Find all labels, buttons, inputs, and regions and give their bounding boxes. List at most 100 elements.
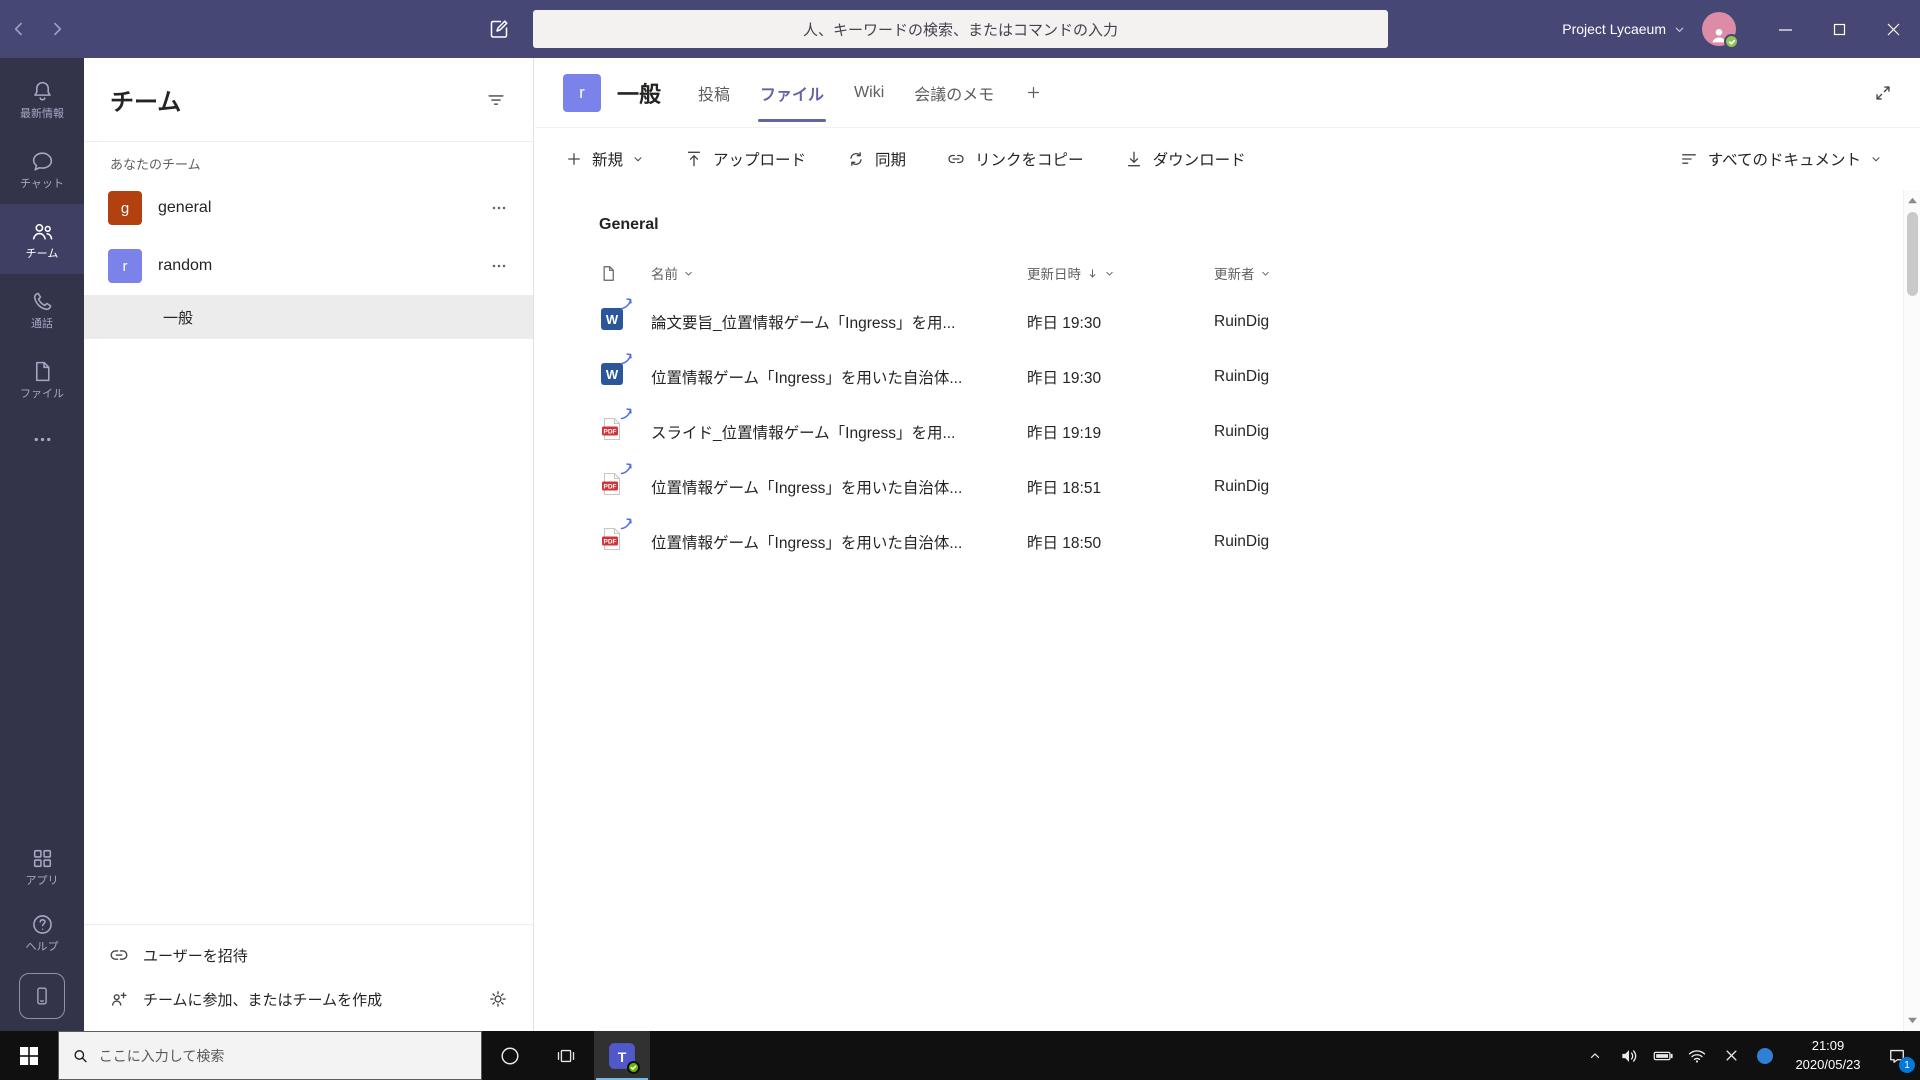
file-row[interactable]: W 位置情報ゲーム「Ingress」を用いた自治体... 昨日 19:30 Ru… [575, 349, 1876, 404]
file-name[interactable]: 位置情報ゲーム「Ingress」を用いた自治体... [651, 476, 1027, 498]
scroll-up-icon[interactable] [1907, 195, 1918, 206]
author-column-header[interactable]: 更新者 [1214, 263, 1876, 283]
rail-item-files[interactable]: ファイル [0, 344, 84, 414]
tray-x-button[interactable] [1714, 1031, 1748, 1080]
taskbar-search-input[interactable] [98, 1047, 468, 1064]
close-button[interactable] [1866, 0, 1920, 58]
upload-icon [687, 151, 701, 167]
avatar[interactable] [1702, 12, 1739, 49]
plus-icon [568, 153, 580, 165]
start-button[interactable] [0, 1031, 58, 1080]
scrollbar-thumb[interactable] [1907, 212, 1918, 296]
wifi-icon [1688, 1049, 1706, 1063]
file-type-column-icon [603, 265, 614, 281]
scroll-down-icon[interactable] [1907, 1015, 1918, 1026]
rail-item-teams[interactable]: チーム [0, 204, 84, 274]
file-row[interactable]: W 論文要旨_位置情報ゲーム「Ingress」を用... 昨日 19:30 Ru… [575, 294, 1876, 349]
rail-item-calls[interactable]: 通話 [0, 274, 84, 344]
channel-row-general[interactable]: 一般 [84, 295, 533, 339]
back-button[interactable] [0, 0, 38, 58]
volume-icon [1622, 1049, 1637, 1062]
battery-button[interactable] [1646, 1031, 1680, 1080]
file-row[interactable]: PDF スライド_位置情報ゲーム「Ingress」を用... 昨日 19:19 … [575, 404, 1876, 459]
download-button[interactable]: ダウンロード [1124, 148, 1246, 170]
clock-date: 2020/05/23 [1795, 1056, 1861, 1072]
file-type-column-header[interactable] [599, 264, 651, 283]
titlebar: 人、キーワードの検索、またはコマンドの入力 Project Lycaeum [0, 0, 1920, 58]
pdf-file-icon: PDF [599, 463, 632, 497]
sync-button[interactable]: 同期 [846, 148, 906, 170]
org-switcher[interactable]: Project Lycaeum [1562, 21, 1686, 37]
file-row[interactable]: PDF 位置情報ゲーム「Ingress」を用いた自治体... 昨日 18:50 … [575, 514, 1876, 569]
rail-item-more[interactable] [0, 414, 84, 464]
name-column-header[interactable]: 名前 [651, 263, 1027, 283]
task-view-button[interactable] [538, 1031, 594, 1080]
filter-button[interactable] [485, 89, 507, 111]
upload-button[interactable]: アップロード [684, 148, 806, 170]
chevron-up-icon [1590, 1052, 1600, 1058]
add-tab-button[interactable] [1009, 58, 1058, 128]
minimize-button[interactable] [1758, 0, 1812, 58]
modified-column-header[interactable]: 更新日時 [1027, 263, 1214, 283]
expand-tab-button[interactable] [1872, 82, 1894, 104]
teams-app-window: 人、キーワードの検索、またはコマンドの入力 Project Lycaeum 最新… [0, 0, 1920, 1080]
vertical-scrollbar[interactable] [1903, 190, 1920, 1031]
file-row[interactable]: PDF 位置情報ゲーム「Ingress」を用いた自治体... 昨日 18:51 … [575, 459, 1876, 514]
maximize-button[interactable] [1812, 0, 1866, 58]
tab-meeting-notes[interactable]: 会議のメモ [899, 58, 1009, 128]
file-name[interactable]: スライド_位置情報ゲーム「Ingress」を用... [651, 421, 1027, 443]
command-search-bar[interactable]: 人、キーワードの検索、またはコマンドの入力 [533, 10, 1388, 48]
view-list-icon [1681, 154, 1696, 164]
new-file-icon [620, 462, 633, 475]
action-center-button[interactable]: 1 [1874, 1031, 1920, 1080]
minimize-icon [1778, 28, 1792, 31]
tab-wiki[interactable]: Wiki [839, 58, 899, 128]
invite-users-button[interactable]: ユーザーを招待 [84, 933, 533, 977]
pdf-file-icon: PDF [599, 408, 632, 442]
sidebar-footer: ユーザーを招待 チームに参加、またはチームを作成 [84, 924, 533, 1031]
sidebar-header: チーム [84, 58, 533, 142]
mobile-app-button[interactable] [19, 973, 65, 1019]
join-create-team-button[interactable]: チームに参加、またはチームを作成 [84, 977, 533, 1021]
tray-app-button[interactable] [1748, 1031, 1782, 1080]
sort-descending-icon [1089, 268, 1096, 278]
rail-item-help[interactable]: ヘルプ [0, 899, 84, 965]
app-rail-bottom: アプリ ヘルプ [0, 833, 84, 1031]
file-author: RuinDig [1214, 477, 1270, 495]
rail-item-chat[interactable]: チャット [0, 134, 84, 204]
help-icon [32, 914, 52, 934]
tray-overflow-button[interactable] [1578, 1031, 1612, 1080]
chevron-down-icon [1872, 157, 1880, 162]
file-name[interactable]: 論文要旨_位置情報ゲーム「Ingress」を用... [651, 311, 1027, 333]
taskbar-clock[interactable]: 21:09 2020/05/23 [1782, 1031, 1874, 1080]
manage-teams-gear-button[interactable] [487, 988, 509, 1010]
volume-button[interactable] [1612, 1031, 1646, 1080]
presence-available-icon [627, 1060, 640, 1074]
teams-taskbar-button[interactable]: T [594, 1031, 650, 1080]
team-more-button[interactable] [485, 252, 513, 280]
copy-link-button[interactable]: リンクをコピー [946, 148, 1084, 170]
file-name[interactable]: 位置情報ゲーム「Ingress」を用いた自治体... [651, 366, 1027, 388]
search-icon [74, 1049, 87, 1062]
file-name[interactable]: 位置情報ゲーム「Ingress」を用いた自治体... [651, 531, 1027, 553]
team-row-random[interactable]: r random [84, 237, 533, 295]
new-file-icon [620, 517, 633, 530]
word-file-icon: W [599, 353, 632, 387]
sync-icon [850, 152, 862, 166]
chevron-down-icon [1106, 271, 1113, 276]
team-row-general[interactable]: g general [84, 179, 533, 237]
document-view-selector[interactable]: すべてのドキュメント [1679, 148, 1882, 170]
rail-item-activity[interactable]: 最新情報 [0, 64, 84, 134]
teams-app-icon: T [608, 1042, 640, 1074]
taskbar-search-box[interactable] [58, 1031, 482, 1080]
wifi-button[interactable] [1680, 1031, 1714, 1080]
rail-item-apps[interactable]: アプリ [0, 833, 84, 899]
tab-files[interactable]: ファイル [745, 58, 839, 128]
new-file-button[interactable]: 新規 [565, 148, 644, 170]
new-chat-button[interactable] [476, 0, 522, 58]
team-more-button[interactable] [485, 194, 513, 222]
forward-button[interactable] [38, 0, 76, 58]
tab-posts[interactable]: 投稿 [683, 58, 745, 128]
cortana-button[interactable] [482, 1031, 538, 1080]
file-modified: 昨日 19:30 [1027, 369, 1102, 387]
